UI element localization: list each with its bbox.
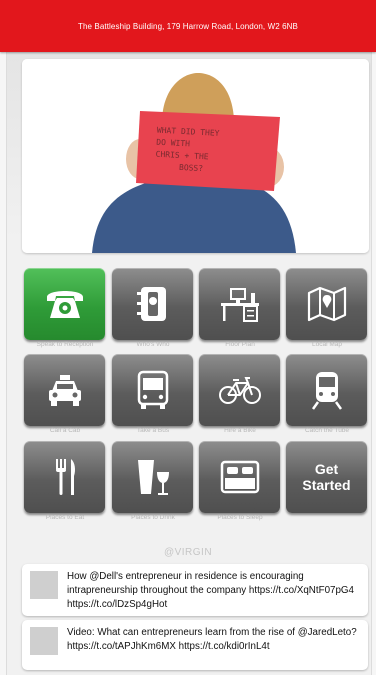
tile-label: Take a Bus bbox=[136, 427, 170, 434]
places-to-sleep-button[interactable] bbox=[199, 441, 280, 513]
get-started-line: Started bbox=[302, 477, 351, 493]
address-header: The Battleship Building, 179 Harrow Road… bbox=[0, 0, 376, 52]
get-started-label: Get Started bbox=[302, 461, 350, 493]
tile-label: Hire a Bike bbox=[224, 427, 256, 434]
tile-label: Places to Drink bbox=[131, 514, 175, 521]
tile-label: Places to Sleep bbox=[217, 514, 263, 521]
address-text: The Battleship Building, 179 Harrow Road… bbox=[78, 21, 298, 31]
tweet-card[interactable]: Video: What can entrepreneurs learn from… bbox=[22, 620, 368, 670]
speak-to-reception-button[interactable] bbox=[24, 268, 105, 340]
map-icon bbox=[307, 286, 346, 322]
bus-icon bbox=[137, 370, 168, 409]
hero-image: WHAT DID THEY DO WITH CHRIS + THE BOSS? bbox=[22, 59, 369, 253]
train-icon bbox=[311, 372, 342, 410]
get-started-line: Get bbox=[314, 461, 339, 477]
places-to-eat-button[interactable] bbox=[24, 441, 105, 513]
whos-who-button[interactable] bbox=[112, 268, 193, 340]
tile-label: Places to Eat bbox=[45, 514, 85, 521]
avatar bbox=[30, 627, 58, 655]
address-book-icon bbox=[136, 287, 166, 321]
take-a-bus-button[interactable] bbox=[112, 354, 193, 426]
twitter-handle: @VIRGIN bbox=[163, 547, 213, 558]
desk-icon bbox=[220, 288, 259, 322]
sign-line: BOSS? bbox=[179, 163, 204, 173]
tweet-text: How @Dell's entrepreneur in residence is… bbox=[67, 571, 354, 610]
hire-a-bike-button[interactable] bbox=[199, 354, 280, 426]
cutlery-icon bbox=[55, 459, 75, 495]
local-map-button[interactable] bbox=[286, 268, 367, 340]
drinks-icon bbox=[137, 460, 169, 495]
tile-label: Local Map bbox=[312, 341, 342, 348]
tile-label: Floor Plan bbox=[225, 341, 255, 348]
tweet-card[interactable]: How @Dell's entrepreneur in residence is… bbox=[22, 564, 368, 616]
tile-label: Speak to Reception bbox=[36, 341, 94, 348]
tweet-text: Video: What can entrepreneurs learn from… bbox=[67, 627, 357, 652]
catch-the-tube-button[interactable] bbox=[286, 354, 367, 426]
phone-icon bbox=[46, 291, 83, 318]
floor-plan-button[interactable] bbox=[199, 268, 280, 340]
get-started-button[interactable]: Get Started bbox=[286, 441, 367, 513]
bike-icon bbox=[218, 377, 261, 404]
bed-icon bbox=[220, 460, 259, 494]
tile-label: Who's Who bbox=[136, 341, 170, 348]
call-a-cab-button[interactable] bbox=[24, 354, 105, 426]
places-to-drink-button[interactable] bbox=[112, 441, 193, 513]
tile-label: Catch the Tube bbox=[304, 427, 350, 434]
sign-line: DO WITH bbox=[156, 138, 190, 149]
avatar bbox=[30, 571, 58, 599]
taxi-icon bbox=[48, 375, 81, 406]
tile-label: Call a Cab bbox=[49, 427, 81, 434]
person-holding-sign-illustration: WHAT DID THEY DO WITH CHRIS + THE BOSS? bbox=[22, 59, 369, 253]
